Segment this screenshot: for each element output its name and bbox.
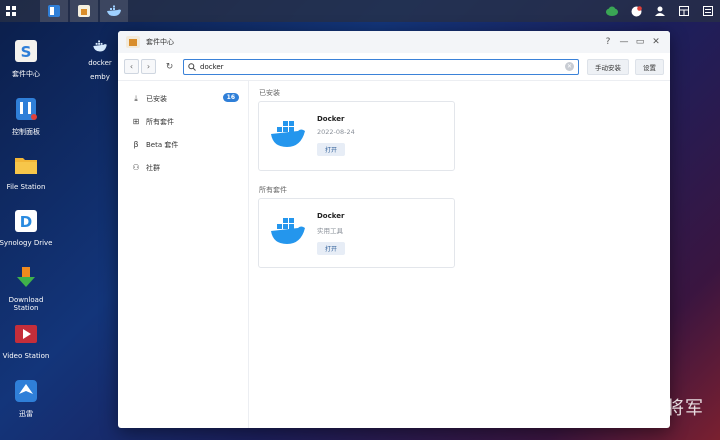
watermark: 知乎 @检校千牛卫大将军 <box>488 398 704 419</box>
desktop-icon-label: Video Station <box>2 352 50 360</box>
video-icon <box>15 325 37 343</box>
window-title: 套件中心 <box>146 38 174 46</box>
notifications-button[interactable] <box>624 0 648 22</box>
xunlei-bird-icon <box>15 380 37 402</box>
desktop-icon-control-panel[interactable]: 控制面板 <box>0 96 56 137</box>
desktop-icon-label: 套件中心 <box>12 70 40 78</box>
package-center-icon <box>78 5 90 17</box>
desktop-icon-file-station[interactable]: File Station <box>0 152 56 191</box>
sidebar: ⤓ 已安装 16 ⊞ 所有套件 β Beta 套件 ⚇ 社群 <box>118 81 249 428</box>
docker-icon <box>93 40 107 52</box>
search-icon <box>188 62 196 71</box>
file-manager-icon <box>48 5 60 17</box>
package-date: 2022-08-24 <box>317 128 355 136</box>
sidebar-item-community[interactable]: ⚇ 社群 <box>118 156 248 179</box>
manual-install-button[interactable]: 手动安装 <box>587 58 629 75</box>
taskbar <box>0 0 720 22</box>
docker-icon <box>107 5 121 16</box>
desktop-icon-label: 控制面板 <box>12 128 40 136</box>
grid-icon: ⊞ <box>132 117 140 126</box>
package-center-window: 套件中心 ? — ▭ ✕ ‹ › ↻ ✕ 手动安装 设置 ⤓ 已安装 16 <box>118 31 670 428</box>
desktop-icon-label: 迅雷 <box>19 410 33 418</box>
docker-icon <box>271 218 305 244</box>
main-content: 已安装 Docker 2022-08-24 打开 所有套件 Docker 实用工… <box>249 81 670 428</box>
community-icon: ⚇ <box>132 163 140 172</box>
clear-search-icon[interactable]: ✕ <box>565 62 574 71</box>
taskbar-file-manager[interactable] <box>40 0 68 22</box>
open-button[interactable]: 打开 <box>317 242 345 255</box>
package-name: Docker <box>317 212 345 220</box>
widgets-button[interactable] <box>672 0 696 22</box>
back-button[interactable]: ‹ <box>124 59 139 74</box>
sidebar-item-all-packages[interactable]: ⊞ 所有套件 <box>118 110 248 133</box>
package-center-icon: S <box>15 40 37 62</box>
minimize-icon[interactable]: — <box>616 37 632 47</box>
main-menu-button[interactable] <box>0 0 22 22</box>
settings-button[interactable]: 设置 <box>635 58 664 75</box>
refresh-button[interactable]: ↻ <box>162 59 177 74</box>
sync-status-button[interactable] <box>600 0 624 22</box>
package-name: Docker <box>317 115 345 123</box>
close-icon[interactable]: ✕ <box>648 37 664 47</box>
desktop-icon-label: File Station <box>6 183 46 191</box>
desktop-icon-label: Synology Drive <box>0 239 53 247</box>
user-button[interactable] <box>648 0 672 22</box>
user-icon <box>655 6 665 16</box>
download-icon: ⤓ <box>134 93 138 103</box>
forward-button[interactable]: › <box>141 59 156 74</box>
docker-icon <box>271 121 305 147</box>
help-icon[interactable]: ? <box>600 37 616 47</box>
toolbar: ‹ › ↻ ✕ 手动安装 设置 <box>118 53 670 81</box>
folder-icon <box>15 158 37 174</box>
package-center-icon <box>126 36 140 48</box>
sidebar-item-label: 已安装 <box>146 94 167 103</box>
desktop-icon-synology-drive[interactable]: D Synology Drive <box>0 208 56 247</box>
sidebar-item-label: Beta 套件 <box>146 140 179 149</box>
synology-drive-icon: D <box>15 210 37 232</box>
search-box[interactable]: ✕ <box>183 58 579 75</box>
search-input[interactable] <box>200 62 565 71</box>
menu-list-icon <box>703 6 713 16</box>
desktop-icon-package-center[interactable]: S 套件中心 <box>0 38 56 79</box>
desktop-icon-label: Download Station <box>8 296 44 312</box>
desktop-icon-xunlei[interactable]: 迅雷 <box>0 378 56 419</box>
grid-icon <box>6 6 16 16</box>
window-titlebar[interactable]: 套件中心 ? — ▭ ✕ <box>118 31 670 53</box>
chevron-left-icon: ‹ <box>129 62 134 71</box>
taskbar-package-center[interactable] <box>70 0 98 22</box>
open-button[interactable]: 打开 <box>317 143 345 156</box>
cloud-sync-icon <box>606 6 618 16</box>
svg-text:S: S <box>21 43 32 61</box>
all-packages-section-label: 所有套件 <box>259 186 287 194</box>
installed-count-badge: 16 <box>222 93 239 102</box>
widgets-icon <box>679 6 689 16</box>
package-category: 实用工具 <box>317 227 343 235</box>
chat-icon <box>631 5 642 16</box>
taskbar-docker[interactable] <box>100 0 128 22</box>
maximize-icon[interactable]: ▭ <box>632 37 648 47</box>
sidebar-item-beta[interactable]: β Beta 套件 <box>118 133 248 156</box>
sidebar-item-label: 所有套件 <box>146 117 174 126</box>
svg-text:D: D <box>20 213 32 231</box>
installed-package-card[interactable]: Docker 2022-08-24 打开 <box>258 101 455 171</box>
download-arrow-icon <box>17 267 35 287</box>
beta-icon: β <box>133 140 139 149</box>
installed-section-label: 已安装 <box>259 89 280 97</box>
sidebar-item-label: 社群 <box>146 163 160 172</box>
all-package-card[interactable]: Docker 实用工具 打开 <box>258 198 455 268</box>
search-taskbar-button[interactable] <box>696 0 720 22</box>
chevron-right-icon: › <box>146 62 151 71</box>
refresh-icon: ↻ <box>165 61 174 72</box>
sidebar-item-installed[interactable]: ⤓ 已安装 16 <box>118 87 248 110</box>
control-panel-icon <box>16 98 37 120</box>
desktop-icon-download-station[interactable]: Download Station <box>0 265 56 312</box>
desktop-icon-video-station[interactable]: Video Station <box>0 321 56 360</box>
